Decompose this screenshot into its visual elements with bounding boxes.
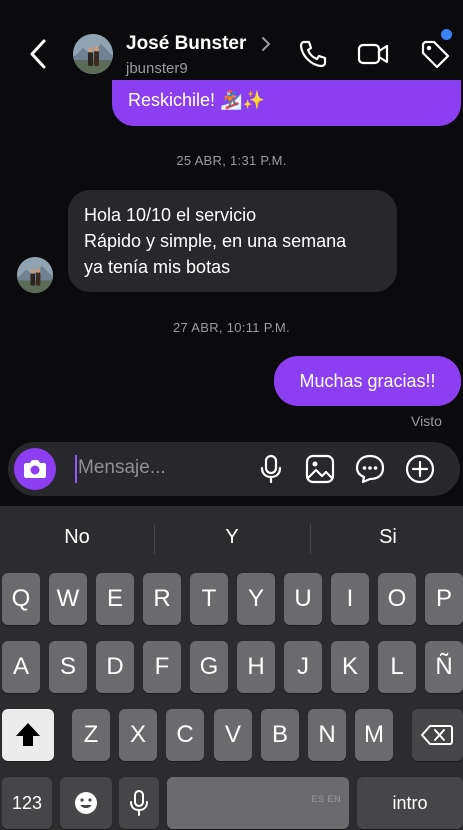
video-camera-icon[interactable] [357,38,389,70]
shift-arrow-icon [16,723,40,746]
message-line: Hola 10/10 el servicio [84,205,257,225]
space-key[interactable]: ES EN [167,777,349,829]
numbers-key[interactable]: 123 [2,777,52,829]
key[interactable]: J [284,641,322,693]
key[interactable]: R [143,573,181,625]
timestamp: 25 ABR, 1:31 P.M. [176,153,287,168]
dictation-key[interactable] [119,777,159,829]
back-chevron-icon[interactable] [28,38,48,70]
key[interactable]: Q [2,573,40,625]
emoji-key[interactable] [60,777,112,829]
backspace-key[interactable] [412,709,463,761]
keyboard: No Y Si Q W E R T Y U I O P A S D F G H … [0,506,463,830]
suggestion-y[interactable]: Y [155,526,309,549]
key[interactable]: V [214,709,252,761]
key[interactable]: H [237,641,275,693]
key[interactable]: T [190,573,228,625]
contact-avatar[interactable] [73,34,113,74]
camera-icon [24,460,46,478]
sticker-icon[interactable] [354,453,386,485]
notification-dot [441,29,452,40]
suggestion-no[interactable]: No [0,526,154,549]
key[interactable]: Ñ [425,641,463,693]
backspace-icon [421,725,453,745]
plus-circle-icon[interactable] [404,453,436,485]
message-input[interactable]: Mensaje... [78,457,166,479]
key[interactable]: S [49,641,87,693]
key[interactable]: G [190,641,228,693]
key[interactable]: O [378,573,416,625]
chevron-right-icon[interactable] [260,36,272,52]
key[interactable]: L [378,641,416,693]
key[interactable]: W [49,573,87,625]
key[interactable]: B [261,709,299,761]
key[interactable]: X [119,709,157,761]
shift-key[interactable] [2,709,54,761]
microphone-icon[interactable] [255,453,287,485]
key[interactable]: P [425,573,463,625]
key[interactable]: U [284,573,322,625]
contact-username: jbunster9 [126,60,188,77]
tag-icon[interactable] [419,38,451,70]
key[interactable]: Y [237,573,275,625]
key[interactable]: D [96,641,134,693]
gallery-icon[interactable] [304,453,336,485]
return-key[interactable]: intro [357,777,463,829]
key[interactable]: K [331,641,369,693]
message-composer: Mensaje... [8,442,460,496]
incoming-message[interactable]: Hola 10/10 el servicio Rápido y simple, … [68,190,397,292]
sender-avatar[interactable] [17,257,53,293]
text-cursor [75,455,77,483]
key[interactable]: E [96,573,134,625]
space-language-label: ES EN [311,794,341,804]
key[interactable]: Z [72,709,110,761]
phone-icon[interactable] [297,38,329,70]
key[interactable]: M [355,709,393,761]
key[interactable]: C [166,709,204,761]
microphone-icon [130,790,148,816]
camera-button[interactable] [14,448,56,490]
chat-header: José Bunster jbunster9 [0,0,463,90]
contact-name[interactable]: José Bunster [126,33,246,55]
timestamp: 27 ABR, 10:11 P.M. [173,320,290,335]
message-line: ya tenía mis botas [84,257,231,277]
outgoing-message[interactable]: Muchas gracias!! [274,356,461,406]
emoji-icon [75,792,97,814]
key[interactable]: N [308,709,346,761]
key[interactable]: A [2,641,40,693]
message-line: Rápido y simple, en una semana [84,231,347,251]
message-text: Reskichile! 🏂✨ [128,90,265,110]
seen-status: Visto [411,413,442,429]
key[interactable]: I [331,573,369,625]
suggestion-si[interactable]: Si [311,526,463,549]
key[interactable]: F [143,641,181,693]
outgoing-message[interactable]: Reskichile! 🏂✨ [112,80,461,126]
